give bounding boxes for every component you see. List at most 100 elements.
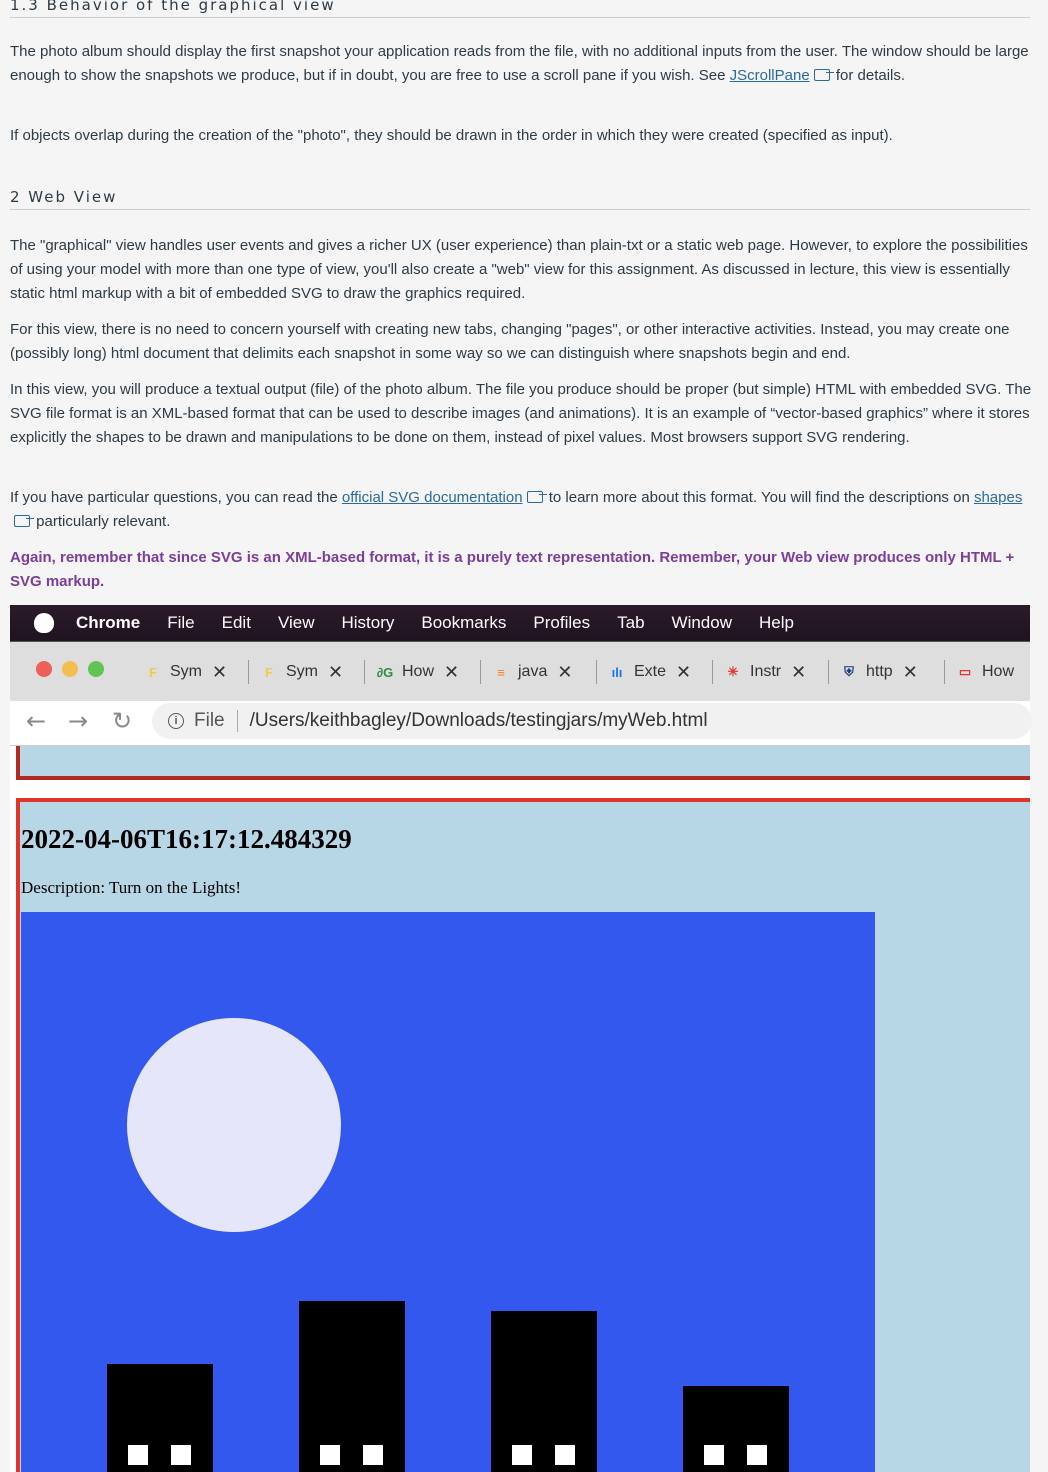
- browser-tab-strip: F Sym ✕ F Sym ✕ ∂G How ✕ ≡ java ✕ ılı Exte ✕ ✳ Instr ✕ ⛨ ht…: [10, 641, 1030, 702]
- menu-file[interactable]: File: [167, 613, 194, 633]
- tab-separator: [944, 660, 945, 684]
- section-heading-2: 2 Web View: [10, 188, 1030, 210]
- menu-bookmarks[interactable]: Bookmarks: [421, 613, 506, 633]
- paragraph-overlap: If objects overlap during the creation o…: [10, 127, 893, 144]
- paragraph-reminder: Again, remember that since SVG is an XML…: [10, 549, 1015, 590]
- browser-tab[interactable]: ılı Exte ✕: [608, 658, 692, 686]
- close-window-button[interactable]: [36, 661, 52, 677]
- window-4a: [704, 1445, 724, 1465]
- forward-arrow-icon[interactable]: →: [68, 707, 88, 735]
- web-page-viewport[interactable]: 2022-04-06T16:17:12.484329 Description: …: [10, 746, 1030, 1472]
- tab-separator: [712, 660, 713, 684]
- close-tab-icon[interactable]: ✕: [328, 662, 343, 683]
- chart-icon: ılı: [611, 664, 623, 680]
- browser-toolbar: ← → ↻ i File /Users/keithbagley/Download…: [10, 701, 1032, 746]
- info-icon[interactable]: i: [168, 713, 184, 729]
- snapshot-svg: [21, 912, 875, 1472]
- svg-documentation-link[interactable]: official SVG documentation: [342, 489, 523, 506]
- tab-label: Sym: [170, 663, 202, 680]
- browser-tab[interactable]: ✳ Instr ✕: [724, 658, 807, 686]
- menu-help[interactable]: Help: [759, 613, 794, 633]
- moon-circle: [127, 1018, 341, 1232]
- minimize-window-button[interactable]: [62, 661, 78, 677]
- tab-label: How: [982, 663, 1015, 680]
- jscrollpane-link[interactable]: JScrollPane: [730, 67, 810, 84]
- external-link-icon: [526, 491, 547, 503]
- window-3b: [555, 1445, 575, 1465]
- paragraph-text: If you have particular questions, you ca…: [10, 489, 342, 506]
- browser-tab[interactable]: F Sym ✕: [144, 658, 227, 686]
- geeks-icon: ∂G: [376, 664, 394, 680]
- close-tab-icon[interactable]: ✕: [557, 662, 572, 683]
- canvas-icon: ✳: [727, 664, 739, 679]
- tab-separator: [248, 660, 249, 684]
- window-1b: [171, 1445, 191, 1465]
- external-link-icon: [813, 69, 834, 81]
- tab-separator: [480, 660, 481, 684]
- shield-crest-icon: ⛨: [844, 664, 854, 679]
- apple-icon[interactable]: [34, 613, 54, 633]
- tab-label: Instr: [750, 663, 782, 680]
- snapshot-timestamp: 2022-04-06T16:17:12.484329: [21, 824, 352, 854]
- menu-app-chrome[interactable]: Chrome: [76, 613, 140, 633]
- external-link-icon: [14, 515, 34, 527]
- paragraph-graphical-view: The photo album should display the first…: [10, 40, 1032, 88]
- previous-snapshot-bottom: [16, 746, 1030, 780]
- browser-tab[interactable]: ≡ java ✕: [492, 658, 572, 686]
- figma-icon: F: [149, 664, 157, 680]
- snapshot-description: Description: Turn on the Lights!: [21, 878, 242, 897]
- menu-tab[interactable]: Tab: [617, 613, 644, 633]
- menu-window[interactable]: Window: [672, 613, 732, 633]
- menu-view[interactable]: View: [278, 613, 315, 633]
- stackoverflow-icon: ≡: [497, 664, 505, 680]
- building-2: [299, 1301, 405, 1472]
- back-arrow-icon[interactable]: ←: [26, 707, 46, 735]
- browser-tab[interactable]: ∂G How ✕: [376, 658, 459, 686]
- section-heading-1-3: 1.3 Behavior of the graphical view: [10, 0, 1030, 18]
- reload-icon[interactable]: ↻: [112, 707, 132, 735]
- tab-label: http: [866, 663, 893, 680]
- tab-label: How: [402, 663, 435, 680]
- paragraph-text: to learn more about this format. You wil…: [544, 489, 974, 506]
- address-bar[interactable]: i File /Users/keithbagley/Downloads/test…: [152, 703, 1032, 739]
- paragraph-web-view-intro: The "graphical" view handles user events…: [10, 237, 1028, 302]
- building-3: [491, 1311, 597, 1472]
- paragraph-svg-docs: If you have particular questions, you ca…: [10, 486, 1032, 534]
- tab-label: Exte: [634, 663, 667, 680]
- shapes-link[interactable]: shapes: [974, 489, 1022, 506]
- window-2b: [363, 1445, 383, 1465]
- building-4: [683, 1386, 789, 1472]
- close-tab-icon[interactable]: ✕: [444, 662, 459, 683]
- url-text[interactable]: /Users/keithbagley/Downloads/testingjars…: [250, 710, 708, 732]
- browser-tab[interactable]: ▭ How: [956, 658, 1014, 686]
- menu-edit[interactable]: Edit: [222, 613, 251, 633]
- menu-profiles[interactable]: Profiles: [533, 613, 590, 633]
- tab-separator: [828, 660, 829, 684]
- tab-separator: [596, 660, 597, 684]
- snapshot-container: 2022-04-06T16:17:12.484329 Description: …: [16, 798, 1030, 1472]
- close-tab-icon[interactable]: ✕: [903, 662, 918, 683]
- paragraph-text: particularly relevant.: [32, 513, 171, 530]
- window-2a: [320, 1445, 340, 1465]
- browser-tab[interactable]: ⛨ http ✕: [840, 658, 918, 686]
- maximize-window-button[interactable]: [88, 661, 104, 677]
- building-1: [107, 1364, 213, 1472]
- oracle-icon: ▭: [958, 664, 972, 679]
- close-tab-icon[interactable]: ✕: [676, 662, 691, 683]
- close-tab-icon[interactable]: ✕: [791, 662, 806, 683]
- paragraph-no-tabs: For this view, there is no need to conce…: [10, 321, 1010, 362]
- paragraph-svg-format: In this view, you will produce a textual…: [10, 381, 1032, 446]
- scheme-label: File: [194, 710, 225, 731]
- window-4b: [747, 1445, 767, 1465]
- browser-tab[interactable]: F Sym ✕: [260, 658, 343, 686]
- figma-icon: F: [265, 664, 273, 680]
- tab-label: java: [518, 663, 548, 680]
- window-3a: [512, 1445, 532, 1465]
- tab-label: Sym: [286, 663, 318, 680]
- menu-history[interactable]: History: [341, 613, 394, 633]
- tab-separator: [364, 660, 365, 684]
- close-tab-icon[interactable]: ✕: [212, 662, 227, 683]
- window-1a: [128, 1445, 148, 1465]
- paragraph-text: for details.: [831, 67, 906, 84]
- mac-menubar: Chrome File Edit View History Bookmarks …: [10, 605, 1030, 641]
